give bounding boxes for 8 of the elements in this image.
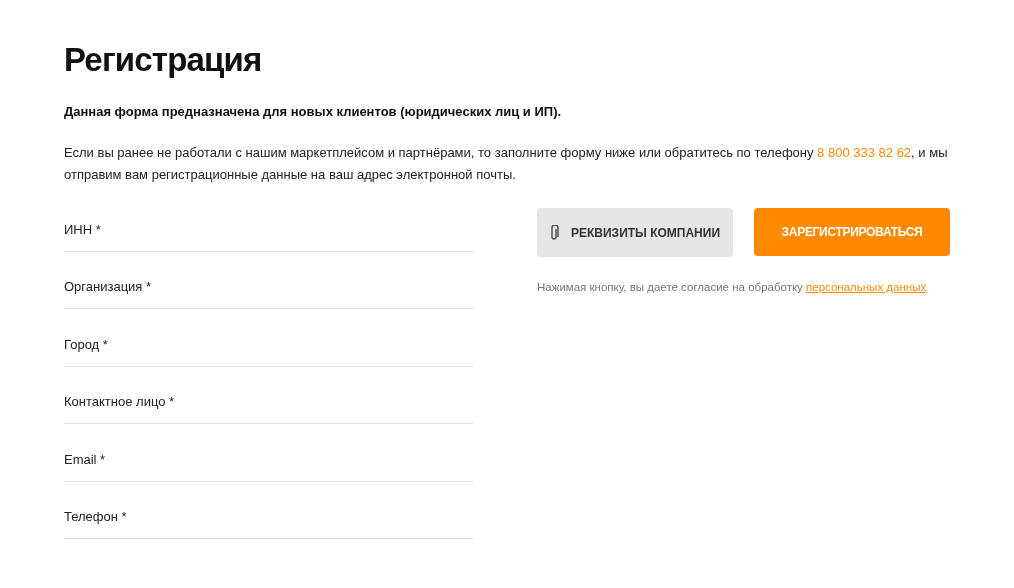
personal-data-link[interactable]: персональных данных	[806, 281, 927, 293]
register-button[interactable]: ЗАРЕГИСТРИРОВАТЬСЯ	[754, 208, 950, 256]
consent-text: Нажимая кнопку, вы даете согласие на обработку персональных данных	[537, 280, 928, 295]
form-notice: Данная форма предназначена для новых клиентов (юридических лиц и ИП).	[64, 103, 563, 121]
intro-paragraph: Если вы ранее не работали с нашим маркетплейсом и партнёрами, то заполните форму ниже или обратитесь по телефону 8 800 333 82 62, и мы отправим вам регистрационные данные на ваш адрес электронной почты.	[64, 144, 949, 184]
page-title: Регистрация	[64, 40, 263, 80]
company-details-button[interactable]: РЕКВИЗИТЫ КОМПАНИИ	[537, 208, 733, 257]
paperclip-icon	[549, 224, 559, 241]
